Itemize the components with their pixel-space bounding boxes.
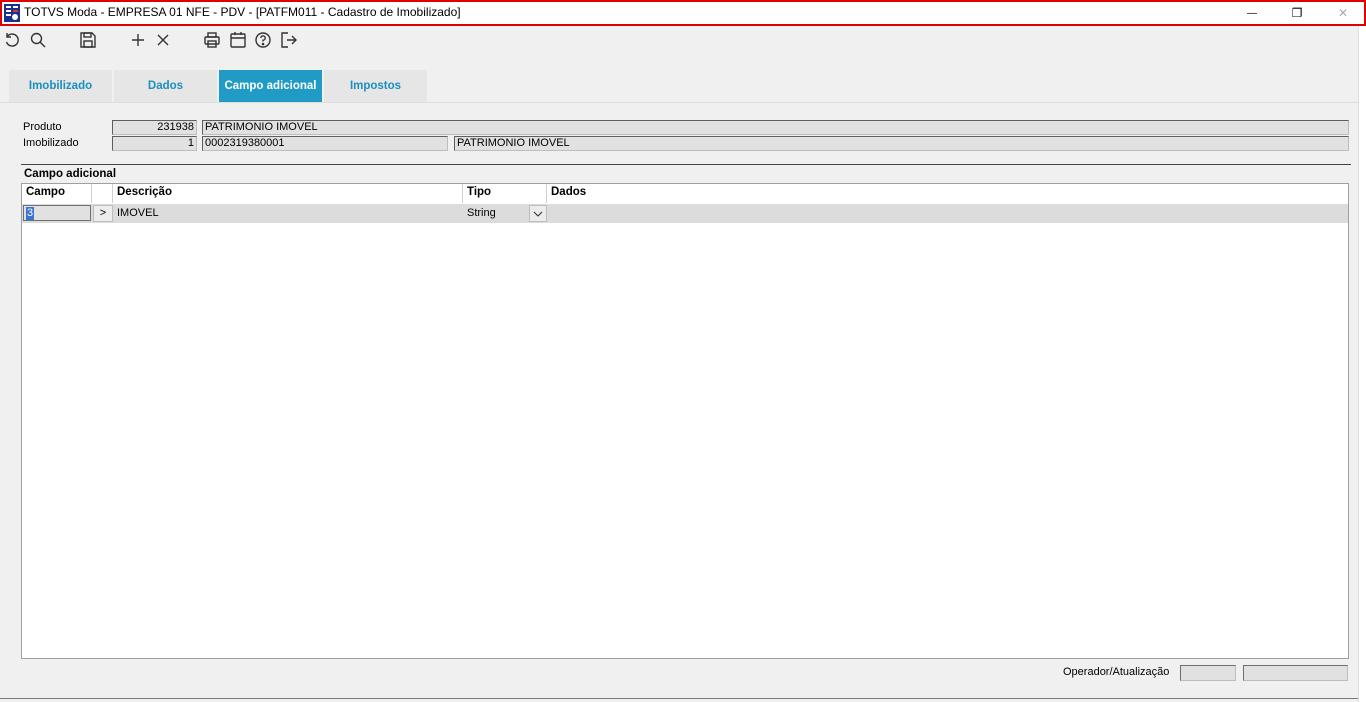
delete-icon[interactable] xyxy=(153,30,173,50)
exit-icon[interactable] xyxy=(279,30,299,50)
window-title: TOTVS Moda - EMPRESA 01 NFE - PDV - [PAT… xyxy=(24,5,461,19)
column-header-lookup xyxy=(92,184,113,203)
minimize-button[interactable]: — xyxy=(1229,2,1275,24)
minimize-icon: — xyxy=(1247,7,1257,19)
column-header-tipo[interactable]: Tipo xyxy=(463,184,547,203)
vertical-scrollbar[interactable] xyxy=(1358,26,1366,702)
close-icon: ✕ xyxy=(1337,6,1349,20)
tipo-dropdown-button[interactable] xyxy=(529,205,547,222)
produto-code-field[interactable]: 231938 xyxy=(112,120,197,135)
lookup-button[interactable]: > xyxy=(93,205,113,222)
tab-imobilizado[interactable]: Imobilizado xyxy=(9,70,112,102)
app-icon xyxy=(4,4,20,22)
section-title: Campo adicional xyxy=(24,168,117,180)
campo-value: 3 xyxy=(26,207,35,220)
table-row[interactable]: 3 > IMOVEL String xyxy=(22,204,1348,223)
column-header-dados[interactable]: Dados xyxy=(547,184,1348,203)
window-title-bar[interactable]: TOTVS Moda - EMPRESA 01 NFE - PDV - [PAT… xyxy=(0,0,1366,26)
descricao-cell: IMOVEL xyxy=(117,207,159,219)
operador-atualizacao-label: Operador/Atualização xyxy=(1063,666,1170,678)
tab-impostos[interactable]: Impostos xyxy=(324,70,427,102)
chevron-down-icon xyxy=(533,211,543,217)
tipo-cell[interactable]: String xyxy=(463,204,529,223)
search-icon[interactable] xyxy=(28,30,48,50)
undo-icon[interactable] xyxy=(2,30,22,50)
section-divider xyxy=(21,164,1351,165)
imobilizado-description-field[interactable]: PATRIMONIO IMOVEL xyxy=(454,136,1349,151)
save-icon[interactable] xyxy=(78,30,98,50)
tab-dados[interactable]: Dados xyxy=(114,70,217,102)
calendar-icon[interactable] xyxy=(228,30,248,50)
imobilizado-label: Imobilizado xyxy=(23,137,79,149)
bottom-border xyxy=(0,698,1358,699)
print-icon[interactable] xyxy=(202,30,222,50)
tab-strip: Imobilizado Dados Campo adicional Impost… xyxy=(0,55,1358,103)
tab-campo-adicional[interactable]: Campo adicional xyxy=(219,70,322,102)
restore-button[interactable]: ❐ xyxy=(1274,2,1320,24)
restore-icon: ❐ xyxy=(1291,6,1303,20)
campo-input[interactable]: 3 xyxy=(23,205,91,221)
add-icon[interactable] xyxy=(128,30,148,50)
operador-field xyxy=(1180,665,1236,681)
produto-description-field[interactable]: PATRIMONIO IMOVEL xyxy=(202,120,1349,135)
help-icon[interactable] xyxy=(253,30,273,50)
toolbar xyxy=(0,26,1366,54)
close-button[interactable]: ✕ xyxy=(1320,2,1366,24)
campo-adicional-grid[interactable]: Campo Descrição Tipo Dados 3 > IMOVEL St… xyxy=(21,183,1349,659)
atualizacao-field xyxy=(1243,665,1348,681)
produto-label: Produto xyxy=(23,121,62,133)
imobilizado-seq-field[interactable]: 1 xyxy=(112,136,197,151)
imobilizado-code-field[interactable]: 0002319380001 xyxy=(202,136,448,151)
column-header-campo[interactable]: Campo xyxy=(22,184,92,203)
column-header-descricao[interactable]: Descrição xyxy=(113,184,463,203)
dados-cell[interactable] xyxy=(547,204,1347,223)
